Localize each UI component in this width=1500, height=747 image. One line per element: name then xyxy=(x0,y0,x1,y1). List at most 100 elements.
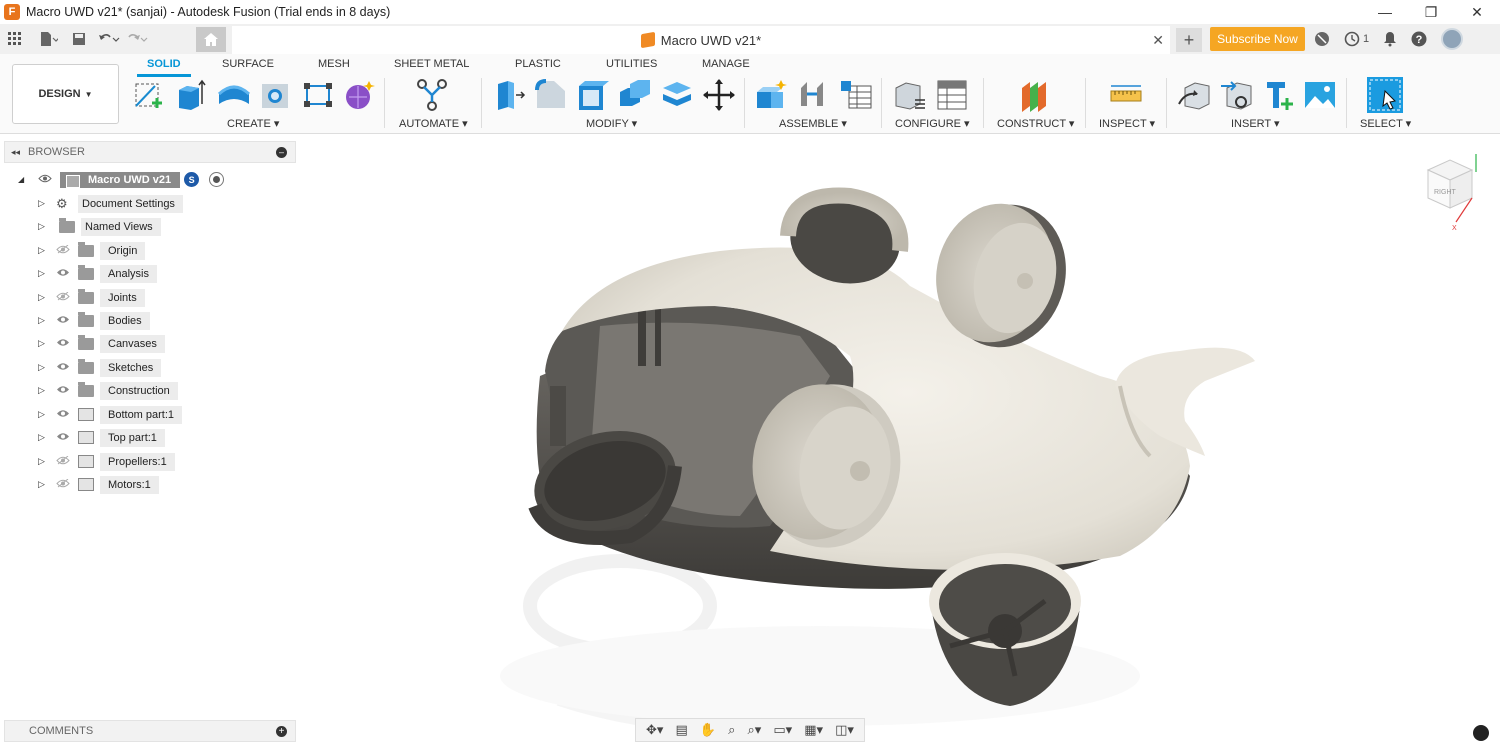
create-sketch-icon[interactable] xyxy=(133,78,167,112)
expand-triangle-icon[interactable]: ▷ xyxy=(36,292,56,303)
visibility-eye-icon[interactable] xyxy=(56,338,78,350)
viewcube[interactable]: RIGHT X xyxy=(1420,152,1484,232)
expand-triangle-icon[interactable]: ▷ xyxy=(36,456,56,467)
tree-item-joints[interactable]: ▷ Joints xyxy=(36,288,145,307)
tree-item-propellers[interactable]: ▷ Propellers:1 xyxy=(36,452,175,471)
new-component-icon[interactable] xyxy=(755,78,789,112)
document-tab[interactable]: Macro UWD v21* ✕ xyxy=(232,26,1170,54)
user-avatar[interactable] xyxy=(1441,28,1464,50)
automate-icon[interactable] xyxy=(415,78,449,112)
combine-icon[interactable] xyxy=(618,78,652,112)
group-insert-label[interactable]: INSERT ▾ xyxy=(1231,117,1280,130)
tree-item-origin[interactable]: ▷ Origin xyxy=(36,241,146,260)
hidden-eye-icon[interactable] xyxy=(56,478,78,491)
expand-triangle-icon[interactable]: ▷ xyxy=(36,385,56,396)
group-construct-label[interactable]: CONSTRUCT ▾ xyxy=(997,117,1074,130)
orbit-icon[interactable]: ✥▾ xyxy=(646,722,663,738)
tab-manage[interactable]: MANAGE xyxy=(702,58,750,70)
bill-of-materials-icon[interactable] xyxy=(839,78,873,112)
create-form-icon[interactable] xyxy=(343,78,377,112)
tree-item-motors[interactable]: ▷ Motors:1 xyxy=(36,475,159,494)
minimize-button[interactable]: — xyxy=(1362,0,1408,24)
visibility-eye-icon[interactable] xyxy=(56,362,78,374)
extrude-icon[interactable] xyxy=(175,78,209,112)
comments-panel-header[interactable]: COMMENTS + xyxy=(4,720,296,742)
insert-mcmaster-icon[interactable] xyxy=(1261,78,1295,112)
pattern-icon[interactable] xyxy=(301,78,335,112)
insert-mesh-link-icon[interactable] xyxy=(1219,78,1253,112)
tab-sheet-metal[interactable]: SHEET METAL xyxy=(394,58,469,70)
move-icon[interactable] xyxy=(702,78,736,112)
pan-hand-icon[interactable]: ✋ xyxy=(700,722,716,738)
zoom-window-icon[interactable]: ⌕▾ xyxy=(747,722,761,738)
collapse-panel-icon[interactable]: ◂◂ xyxy=(11,147,20,158)
configure-icon[interactable] xyxy=(893,78,927,112)
group-modify-label[interactable]: MODIFY ▾ xyxy=(586,117,637,130)
visibility-eye-icon[interactable] xyxy=(56,432,78,444)
maximize-button[interactable]: ❐ xyxy=(1408,0,1454,24)
expand-triangle-icon[interactable]: ▷ xyxy=(36,198,56,209)
expand-triangle-icon[interactable]: ▷ xyxy=(36,362,56,373)
browser-panel-header[interactable]: ◂◂ BROWSER – xyxy=(4,141,296,163)
tab-plastic[interactable]: PLASTIC xyxy=(515,58,561,70)
fillet-icon[interactable] xyxy=(534,78,568,112)
app-grid-icon[interactable] xyxy=(2,26,28,52)
select-icon[interactable] xyxy=(1367,77,1403,113)
expand-triangle-icon[interactable]: ◢ xyxy=(18,175,38,184)
tab-mesh[interactable]: MESH xyxy=(318,58,350,70)
tab-surface[interactable]: SURFACE xyxy=(222,58,274,70)
home-icon[interactable] xyxy=(196,27,226,52)
configuration-table-icon[interactable] xyxy=(935,78,969,112)
scale-icon[interactable] xyxy=(660,78,694,112)
root-component-label[interactable]: Macro UWD v21 xyxy=(60,171,181,188)
expand-triangle-icon[interactable]: ▷ xyxy=(36,432,56,443)
new-tab-button[interactable]: + xyxy=(1176,28,1202,52)
visibility-eye-icon[interactable] xyxy=(56,409,78,421)
save-icon[interactable] xyxy=(66,26,92,52)
group-configure-label[interactable]: CONFIGURE ▾ xyxy=(895,117,970,130)
group-inspect-label[interactable]: INSPECT ▾ xyxy=(1099,117,1155,130)
sync-badge-icon[interactable]: S xyxy=(184,172,200,187)
group-automate-label[interactable]: AUTOMATE ▾ xyxy=(399,117,468,130)
activate-radio-icon[interactable] xyxy=(209,172,225,187)
offset-plane-icon[interactable] xyxy=(1018,78,1052,112)
press-pull-icon[interactable] xyxy=(492,78,526,112)
viewports-icon[interactable]: ◫▾ xyxy=(835,722,854,738)
insert-derive-icon[interactable] xyxy=(1177,78,1211,112)
file-menu-icon[interactable] xyxy=(36,26,62,52)
hidden-eye-icon[interactable] xyxy=(56,455,78,468)
hidden-eye-icon[interactable] xyxy=(56,291,78,304)
hidden-eye-icon[interactable] xyxy=(56,244,78,257)
help-icon[interactable]: ? xyxy=(1411,31,1427,47)
subscribe-button[interactable]: Subscribe Now xyxy=(1210,27,1305,51)
group-assemble-label[interactable]: ASSEMBLE ▾ xyxy=(779,117,847,130)
expand-triangle-icon[interactable]: ▷ xyxy=(36,245,56,256)
offline-status-icon[interactable] xyxy=(1314,31,1330,47)
minimize-panel-icon[interactable]: – xyxy=(276,147,287,158)
workspace-switcher[interactable]: DESIGN ▼ xyxy=(12,64,119,124)
assistant-icon[interactable] xyxy=(1473,725,1489,741)
tree-item-top-part[interactable]: ▷ Top part:1 xyxy=(36,428,165,447)
joint-icon[interactable] xyxy=(797,78,831,112)
look-at-icon[interactable]: ▤ xyxy=(676,722,688,738)
revolve-icon[interactable] xyxy=(217,78,251,112)
tree-item-named-views[interactable]: ▷ Named Views xyxy=(36,217,161,236)
expand-triangle-icon[interactable]: ▷ xyxy=(36,338,56,349)
display-settings-icon[interactable]: ▭▾ xyxy=(773,722,792,738)
visibility-eye-icon[interactable] xyxy=(38,174,54,186)
tree-item-document-settings[interactable]: ▷ ⚙ Document Settings xyxy=(36,194,183,213)
tab-utilities[interactable]: UTILITIES xyxy=(606,58,657,70)
expand-triangle-icon[interactable]: ▷ xyxy=(36,479,56,490)
add-comment-icon[interactable]: + xyxy=(276,726,287,737)
expand-triangle-icon[interactable]: ▷ xyxy=(36,221,56,232)
tree-item-bodies[interactable]: ▷ Bodies xyxy=(36,311,150,330)
tree-item-analysis[interactable]: ▷ Analysis xyxy=(36,264,157,283)
visibility-eye-icon[interactable] xyxy=(56,268,78,280)
tree-item-sketches[interactable]: ▷ Sketches xyxy=(36,358,162,377)
3d-viewport[interactable] xyxy=(300,136,1500,747)
tab-solid[interactable]: SOLID xyxy=(137,58,191,77)
group-create-label[interactable]: CREATE ▾ xyxy=(227,117,279,130)
tree-item-construction[interactable]: ▷ Construction xyxy=(36,381,178,400)
tree-item-bottom-part[interactable]: ▷ Bottom part:1 xyxy=(36,405,183,424)
job-status-icon[interactable]: 1 xyxy=(1344,31,1369,47)
